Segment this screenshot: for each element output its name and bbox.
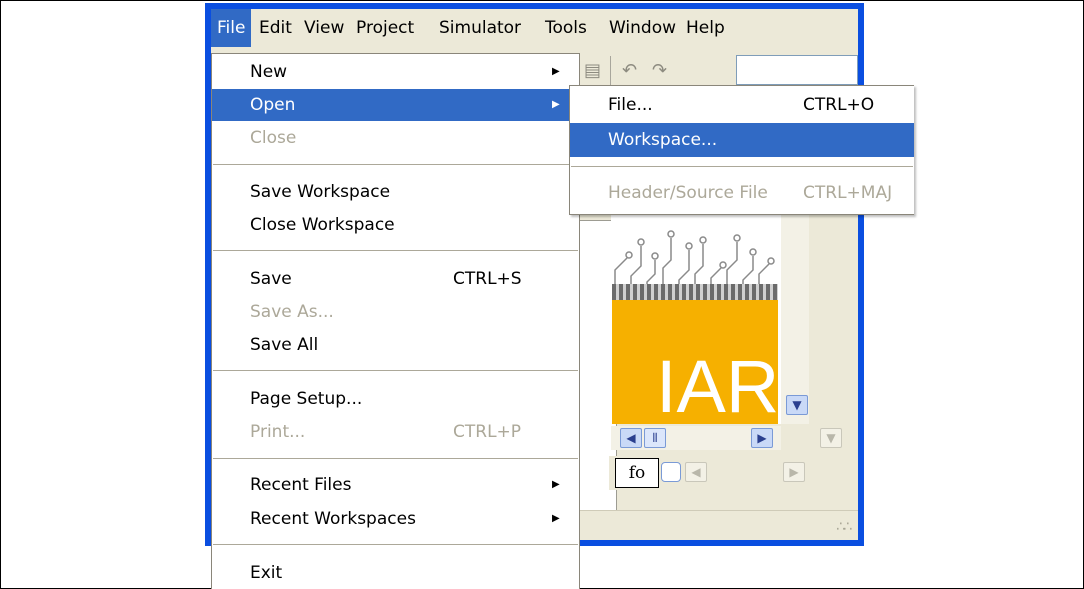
status-bar: ∴∴ bbox=[570, 510, 858, 539]
iar-logo-text: IAR bbox=[656, 345, 780, 428]
scroll-left-icon[interactable]: ◀ bbox=[620, 428, 642, 448]
menu-simulator[interactable]: Simulator bbox=[433, 9, 527, 47]
menu-item-save-all[interactable]: Save All bbox=[212, 329, 579, 361]
redo-icon[interactable]: ↷ bbox=[652, 60, 667, 81]
menu-separator bbox=[213, 544, 578, 545]
menu-item-new[interactable]: New ▶ bbox=[212, 56, 579, 88]
menu-item-save-workspace[interactable]: Save Workspace bbox=[212, 176, 579, 208]
menu-project[interactable]: Project bbox=[350, 9, 420, 47]
menu-tools[interactable]: Tools bbox=[539, 9, 593, 47]
menu-edit[interactable]: Edit bbox=[253, 9, 298, 47]
submenu-arrow-icon: ▶ bbox=[552, 66, 560, 77]
menu-window[interactable]: Window bbox=[603, 9, 682, 47]
menu-item-page-setup[interactable]: Page Setup... bbox=[212, 383, 579, 415]
save-all-icon[interactable]: ▤ bbox=[584, 60, 601, 81]
menu-item-shortcut: CTRL+S bbox=[453, 269, 522, 289]
menu-item-save[interactable]: Save CTRL+S bbox=[212, 263, 579, 295]
scroll-right-icon[interactable]: ▶ bbox=[751, 428, 773, 448]
menu-item-label: Exit bbox=[250, 563, 283, 583]
vertical-scrollbar[interactable] bbox=[781, 214, 809, 424]
menu-separator bbox=[213, 250, 578, 251]
menu-item-label: Print... bbox=[250, 422, 306, 442]
submenu-item-shortcut: CTRL+MAJ bbox=[803, 183, 893, 203]
submenu-item-shortcut: CTRL+O bbox=[803, 95, 875, 115]
menu-separator bbox=[213, 164, 578, 165]
scroll-down-disabled-icon: ▼ bbox=[820, 428, 842, 448]
menu-item-label: Recent Files bbox=[250, 475, 352, 495]
submenu-item-label: File... bbox=[608, 95, 653, 115]
menu-item-label: Save Workspace bbox=[250, 182, 391, 202]
menu-item-label: Recent Workspaces bbox=[250, 509, 416, 529]
scroll-down-icon[interactable]: ▼ bbox=[786, 395, 808, 415]
menu-item-label: Page Setup... bbox=[250, 389, 363, 409]
submenu-item-label: Header/Source File bbox=[608, 183, 768, 203]
menu-bar: File Edit View Project Simulator Tools W… bbox=[211, 9, 858, 47]
file-menu: New ▶ Open ▶ Close Save Workspace Close … bbox=[211, 53, 580, 589]
menu-item-label: New bbox=[250, 62, 288, 82]
menu-separator bbox=[571, 166, 913, 167]
menu-item-exit[interactable]: Exit bbox=[212, 557, 579, 589]
menu-item-label: Close Workspace bbox=[250, 215, 395, 235]
menu-item-open[interactable]: Open ▶ bbox=[212, 89, 579, 121]
menu-help[interactable]: Help bbox=[680, 9, 731, 47]
menu-file[interactable]: File bbox=[211, 9, 252, 47]
open-submenu: File... CTRL+O Workspace... Header/Sourc… bbox=[569, 85, 914, 215]
menu-item-label: Close bbox=[250, 128, 297, 148]
undo-icon[interactable]: ↶ bbox=[622, 60, 637, 81]
menu-item-label: Open bbox=[250, 95, 296, 115]
submenu-item-header-source: Header/Source File CTRL+MAJ bbox=[570, 176, 914, 210]
menu-item-recent-files[interactable]: Recent Files ▶ bbox=[212, 469, 579, 501]
submenu-item-file[interactable]: File... CTRL+O bbox=[570, 88, 914, 122]
chip-pins bbox=[612, 284, 778, 300]
tab-left-disabled-icon: ◀ bbox=[685, 462, 707, 482]
menu-item-close: Close bbox=[212, 122, 579, 154]
menu-separator bbox=[213, 370, 578, 371]
menu-item-print: Print... CTRL+P bbox=[212, 416, 579, 448]
toolbar-separator bbox=[610, 56, 611, 86]
tab-fo[interactable]: fo bbox=[615, 458, 659, 488]
submenu-arrow-icon: ▶ bbox=[552, 99, 560, 110]
submenu-arrow-icon: ▶ bbox=[552, 513, 560, 524]
menu-item-label: Save As... bbox=[250, 302, 334, 322]
resize-grip-icon[interactable]: ∴∴ bbox=[836, 519, 852, 535]
menu-item-label: Save bbox=[250, 269, 292, 289]
menu-item-save-as: Save As... bbox=[212, 296, 579, 328]
submenu-item-workspace[interactable]: Workspace... bbox=[570, 123, 914, 157]
toolbar-search-combo[interactable] bbox=[736, 55, 858, 85]
menu-separator bbox=[213, 458, 578, 459]
scroll-thumb[interactable]: ⦀ bbox=[644, 428, 666, 448]
tab-right-disabled-icon: ▶ bbox=[783, 462, 805, 482]
menu-item-recent-workspaces[interactable]: Recent Workspaces ▶ bbox=[212, 503, 579, 535]
submenu-arrow-icon: ▶ bbox=[552, 479, 560, 490]
tab-nav-box-icon[interactable] bbox=[661, 462, 681, 482]
menu-item-close-workspace[interactable]: Close Workspace bbox=[212, 209, 579, 241]
menu-item-label: Save All bbox=[250, 335, 319, 355]
menu-item-shortcut: CTRL+P bbox=[453, 422, 522, 442]
submenu-item-label: Workspace... bbox=[608, 130, 718, 150]
horizontal-scrollbar[interactable]: ◀ ⦀ ▶ bbox=[611, 426, 781, 450]
menu-view[interactable]: View bbox=[298, 9, 350, 47]
